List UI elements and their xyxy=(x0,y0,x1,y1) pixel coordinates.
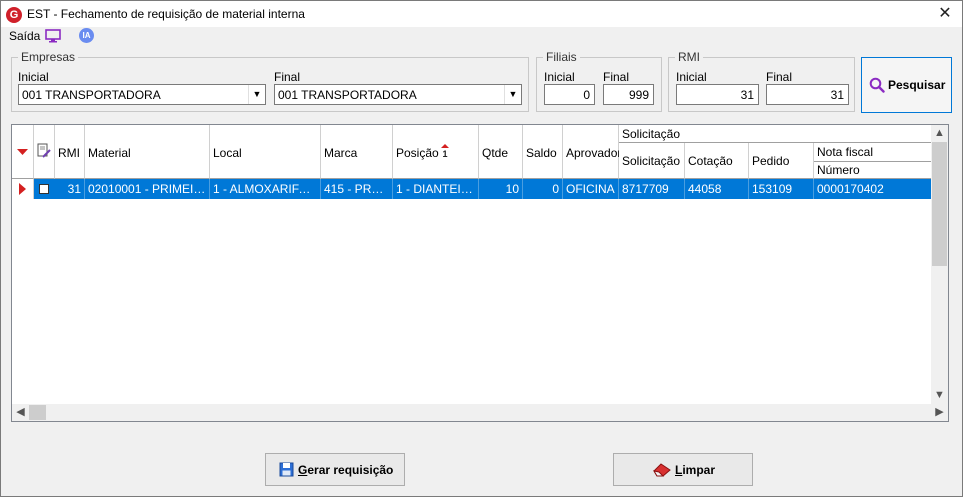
title-bar: G EST - Fechamento de requisição de mate… xyxy=(1,1,962,27)
header-material[interactable]: Material xyxy=(85,125,210,179)
scroll-down-icon[interactable]: ▼ xyxy=(931,387,948,404)
eraser-icon xyxy=(652,463,671,477)
chevron-down-icon[interactable]: ▼ xyxy=(504,85,521,104)
rmi-final-input[interactable] xyxy=(766,84,849,105)
header-posicao[interactable]: Posição 1 xyxy=(393,125,479,179)
row-pointer-icon xyxy=(19,183,26,195)
empresas-group: Empresas Inicial Final 001 TRANSPORTADOR… xyxy=(11,50,529,112)
main-window: G EST - Fechamento de requisição de mate… xyxy=(0,0,963,497)
search-icon xyxy=(869,77,885,93)
empresas-legend: Empresas xyxy=(18,50,79,64)
chevron-down-icon[interactable]: ▼ xyxy=(248,85,265,104)
cell-posicao: 1 - DIANTEIRO... xyxy=(393,179,479,199)
gerar-requisicao-label: Gerar requisição xyxy=(298,463,394,477)
filial-final-input[interactable] xyxy=(603,84,654,105)
svg-text:1: 1 xyxy=(442,149,447,158)
header-local[interactable]: Local xyxy=(210,125,321,179)
header-nota-fiscal: Nota fiscal xyxy=(814,143,932,162)
header-pedido[interactable]: Pedido xyxy=(749,143,814,179)
empresa-inicial-value: 001 TRANSPORTADORA xyxy=(22,88,161,102)
header-marca[interactable]: Marca xyxy=(321,125,393,179)
results-grid[interactable]: RMI Material Local Marca Posição 1 Qtde … xyxy=(11,124,949,422)
empresa-final-select[interactable]: 001 TRANSPORTADORA ▼ xyxy=(274,84,522,105)
filial-final-label: Final xyxy=(603,70,630,84)
window-title: EST - Fechamento de requisição de materi… xyxy=(27,7,305,21)
rmi-inicial-label: Inicial xyxy=(676,70,707,84)
menu-saida[interactable]: Saída xyxy=(9,29,40,43)
filiais-legend: Filiais xyxy=(543,50,580,64)
empresa-final-label: Final xyxy=(274,70,301,84)
cell-saldo: 0 xyxy=(523,179,563,199)
filial-inicial-label: Inicial xyxy=(544,70,575,84)
scroll-left-icon[interactable]: ◀ xyxy=(12,404,29,421)
rmi-group: RMI Inicial Final xyxy=(668,50,855,112)
empresa-inicial-label: Inicial xyxy=(18,70,49,84)
cell-marca: 415 - PRAXIO xyxy=(321,179,393,199)
header-numero[interactable]: Número xyxy=(814,162,932,179)
rmi-final-label: Final xyxy=(766,70,793,84)
menu-bar: Saída IA xyxy=(1,27,962,47)
header-cotacao[interactable]: Cotação xyxy=(685,143,749,179)
edit-document-icon xyxy=(37,143,51,158)
empresa-inicial-select[interactable]: 001 TRANSPORTADORA ▼ xyxy=(18,84,266,105)
row-indicator-header[interactable] xyxy=(12,125,34,179)
empresa-final-value: 001 TRANSPORTADORA xyxy=(278,88,417,102)
app-logo-icon: G xyxy=(6,7,22,23)
cell-numero: 0000170402 xyxy=(814,179,932,199)
header-aprovador[interactable]: Aprovador xyxy=(563,125,621,179)
gerar-requisicao-button[interactable]: Gerar requisição xyxy=(265,453,405,486)
horizontal-scrollbar[interactable]: ◀ ▶ xyxy=(12,404,948,421)
close-button[interactable]: ✕ xyxy=(934,4,956,24)
cell-solicitacao: 8717709 xyxy=(619,179,685,199)
monitor-icon[interactable] xyxy=(45,29,61,43)
filial-final-field[interactable] xyxy=(604,85,653,104)
row-checkbox-cell[interactable] xyxy=(34,179,55,199)
rmi-inicial-field[interactable] xyxy=(677,85,758,104)
pesquisar-label: Pesquisar xyxy=(888,78,946,92)
limpar-label: Limpar xyxy=(675,463,716,477)
save-icon xyxy=(279,462,294,477)
horizontal-scroll-thumb[interactable] xyxy=(29,405,46,420)
row-pointer[interactable] xyxy=(12,179,34,199)
cell-pedido: 153109 xyxy=(749,179,814,199)
filiais-group: Filiais Inicial Final xyxy=(536,50,662,112)
pesquisar-button[interactable]: Pesquisar xyxy=(861,57,952,113)
rmi-final-field[interactable] xyxy=(767,85,848,104)
select-column-header[interactable] xyxy=(34,125,55,179)
cell-qtde: 10 xyxy=(479,179,523,199)
header-solicitacao-group: Solicitação xyxy=(619,125,932,143)
limpar-button[interactable]: Limpar xyxy=(613,453,753,486)
vertical-scroll-thumb[interactable] xyxy=(932,142,947,266)
header-saldo[interactable]: Saldo xyxy=(523,125,563,179)
ia-assistant-icon[interactable]: IA xyxy=(79,28,94,43)
rmi-inicial-input[interactable] xyxy=(676,84,759,105)
header-qtde[interactable]: Qtde xyxy=(479,125,523,179)
vertical-scrollbar[interactable]: ▲ ▼ xyxy=(931,125,948,404)
header-rmi[interactable]: RMI xyxy=(55,125,85,179)
filial-inicial-field[interactable] xyxy=(545,85,594,104)
sort-order-icon: 1 xyxy=(441,144,449,158)
filial-inicial-input[interactable] xyxy=(544,84,595,105)
scroll-up-icon[interactable]: ▲ xyxy=(931,125,948,142)
sort-down-icon xyxy=(17,149,28,155)
cell-cotacao: 44058 xyxy=(685,179,749,199)
cell-aprovador: OFICINA xyxy=(563,179,619,199)
header-solicitacao[interactable]: Solicitação xyxy=(619,143,685,179)
cell-rmi: 31 xyxy=(55,179,85,199)
cell-local: 1 - ALMOXARIFADO... xyxy=(210,179,321,199)
scroll-right-icon[interactable]: ▶ xyxy=(931,404,948,421)
row-checkbox[interactable] xyxy=(39,184,49,194)
rmi-legend: RMI xyxy=(675,50,703,64)
cell-material: 02010001 - PRIMEIRO ... xyxy=(85,179,210,199)
